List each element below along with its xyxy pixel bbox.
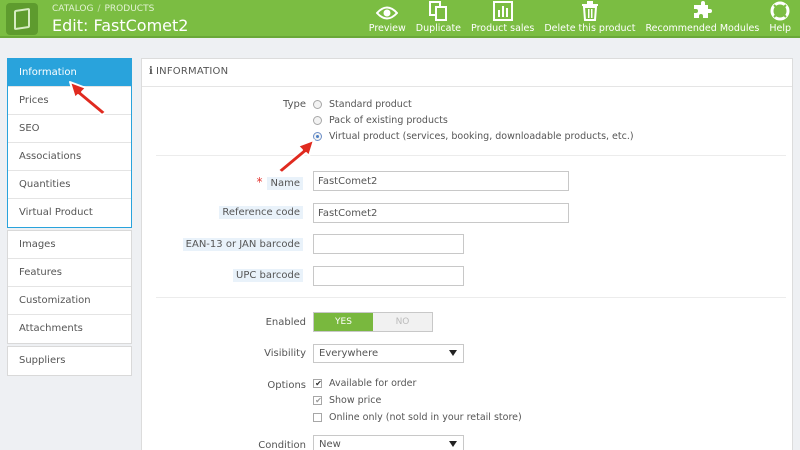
help-button[interactable]: Help [764, 0, 796, 38]
annotation-arrow-icon [277, 139, 315, 174]
options-checkbox-group: Available for order Show price Online on… [313, 376, 522, 424]
type-radio-group: Standard product Pack of existing produc… [313, 97, 634, 143]
top-header: CATALOG / PRODUCTS Edit: FastComet2 Previe… [0, 0, 800, 38]
breadcrumb: CATALOG / PRODUCTS [52, 4, 154, 14]
divider [156, 155, 786, 156]
option-available-for-order[interactable]: Available for order [313, 376, 522, 390]
name-input[interactable]: FastComet2 [313, 171, 569, 191]
panel-title: INFORMATION [156, 66, 229, 77]
chevron-down-icon [449, 441, 457, 447]
radio-standard[interactable] [313, 99, 322, 109]
tab-features[interactable]: Features [8, 259, 131, 287]
panel-header: i INFORMATION [142, 59, 792, 87]
tab-virtual-product[interactable]: Virtual Product [8, 199, 131, 227]
radio-pack[interactable] [313, 115, 322, 125]
option-online-only[interactable]: Online only (not sold in your retail sto… [313, 410, 522, 424]
type-option-virtual[interactable]: Virtual product (services, booking, down… [313, 129, 634, 143]
duplicate-button[interactable]: Duplicate [411, 0, 466, 38]
condition-select[interactable]: New [313, 435, 464, 450]
bar-chart-icon [492, 1, 513, 21]
delete-product-button[interactable]: Delete this product [539, 0, 640, 38]
eye-icon [376, 6, 399, 20]
option-show-price[interactable]: Show price [313, 393, 522, 407]
required-marker: * [256, 175, 263, 189]
checkbox-online-only[interactable] [313, 412, 322, 422]
type-option-pack[interactable]: Pack of existing products [313, 113, 634, 127]
ean-input[interactable] [313, 234, 464, 254]
toolbar: Preview Duplicate Product sales Delete t… [364, 0, 796, 38]
enabled-toggle[interactable]: YES NO [313, 312, 433, 332]
tab-images[interactable]: Images [8, 231, 131, 259]
tab-customization[interactable]: Customization [8, 287, 131, 315]
divider [156, 297, 786, 298]
enabled-label: Enabled [265, 317, 306, 328]
enabled-no-option[interactable]: NO [373, 313, 432, 331]
type-option-standard[interactable]: Standard product [313, 97, 634, 111]
breadcrumb-catalog[interactable]: CATALOG [52, 4, 93, 14]
tab-seo[interactable]: SEO [8, 115, 131, 143]
type-label: Type [283, 99, 306, 110]
options-label: Options [267, 380, 306, 391]
catalog-logo-icon [6, 3, 38, 35]
tab-attachments[interactable]: Attachments [8, 315, 131, 343]
product-sales-button[interactable]: Product sales [466, 0, 539, 38]
visibility-select[interactable]: Everywhere [313, 344, 464, 363]
information-panel: i INFORMATION Type Standard product Pack … [141, 58, 793, 450]
chevron-down-icon [449, 350, 457, 356]
sidebar-group-3: Suppliers [7, 346, 132, 376]
page-title: Edit: FastComet2 [52, 16, 189, 35]
preview-button[interactable]: Preview [364, 0, 411, 38]
name-label: * Name [256, 175, 303, 190]
tab-quantities[interactable]: Quantities [8, 171, 131, 199]
visibility-label: Visibility [264, 348, 306, 359]
copy-icon [429, 1, 448, 21]
trash-icon [581, 1, 598, 21]
condition-label: Condition [258, 440, 306, 450]
recommended-modules-button[interactable]: Recommended Modules [640, 0, 764, 38]
reference-code-input[interactable]: FastComet2 [313, 203, 569, 223]
ean-label: EAN-13 or JAN barcode [182, 238, 303, 251]
checkbox-available-for-order[interactable] [313, 378, 323, 388]
breadcrumb-products[interactable]: PRODUCTS [105, 4, 155, 14]
info-icon: i [149, 66, 153, 77]
upc-input[interactable] [313, 266, 464, 286]
checkbox-show-price[interactable] [313, 395, 323, 405]
enabled-yes-option[interactable]: YES [314, 313, 373, 331]
tab-associations[interactable]: Associations [8, 143, 131, 171]
lifebuoy-icon [770, 1, 790, 21]
breadcrumb-separator: / [97, 4, 101, 14]
reference-code-label: Reference code [219, 206, 303, 219]
annotation-arrow-icon [69, 81, 107, 116]
tab-suppliers[interactable]: Suppliers [8, 347, 131, 375]
sidebar-group-2: Images Features Customization Attachment… [7, 230, 132, 344]
puzzle-icon [694, 1, 713, 18]
upc-label: UPC barcode [233, 269, 303, 282]
